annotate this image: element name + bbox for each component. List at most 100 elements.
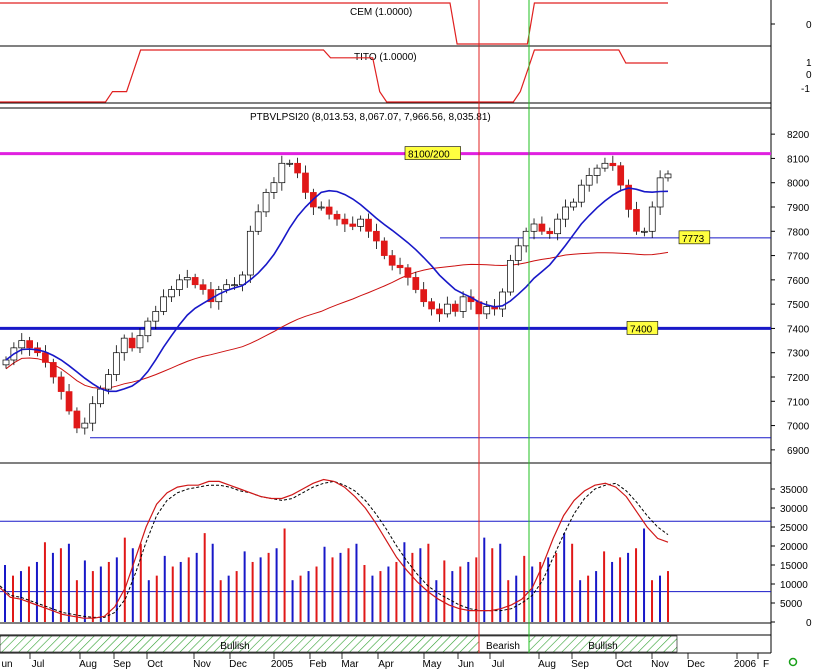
price-tick-label: 7700 (787, 252, 810, 263)
oscillator-tick-label: 10000 (780, 580, 808, 591)
trend-lines (0, 152, 771, 439)
candle-up (223, 284, 231, 290)
trend-label: 8100/200 (408, 150, 450, 161)
candle-down (436, 308, 443, 315)
cem-title: CEM (1.0000) (350, 7, 412, 18)
x-tick-label: Mar (341, 659, 359, 670)
candle-down (380, 240, 388, 256)
x-tick-label: Sep (571, 659, 589, 670)
x-tick-label: Nov (651, 659, 669, 670)
oscillator-tick-label: 20000 (780, 542, 808, 553)
candle-up (168, 289, 175, 298)
x-tick-label: Nov (193, 659, 211, 670)
candle-down (609, 162, 617, 167)
candle-down (26, 340, 33, 349)
price-title: PTBVLPSI20 (8,013.53, 8,067.07, 7,966.56… (250, 112, 491, 123)
candle-down (302, 172, 309, 193)
price-tick-label: 7200 (787, 373, 810, 384)
candle-down (633, 209, 640, 232)
candle-up (136, 335, 144, 349)
oscillator-tick-label: 25000 (780, 523, 808, 534)
candle-up (585, 175, 593, 186)
x-tick-label: Aug (79, 659, 97, 670)
price-tick-label: 7800 (787, 227, 810, 238)
candle-up (593, 167, 601, 176)
oscillator-tick-label: 15000 (780, 561, 808, 572)
candle-down (388, 255, 396, 266)
price-panel: PTBVLPSI20 (8,013.53, 8,067.07, 7,966.56… (0, 112, 810, 457)
oscillator-tick-label: 35000 (780, 485, 808, 496)
candle-down (420, 289, 428, 303)
candle-up (254, 211, 262, 232)
oscillator-axis-ticks: 05000 10000 15000 20000 25000 30000 35000 (0, 485, 812, 629)
candle-down (57, 376, 65, 392)
price-tick-label: 7900 (787, 203, 810, 214)
cem-panel: CEM (1.0000) 0 (0, 2, 812, 45)
price-axis-ticks: 6900 7000 7100 7200 7300 7400 7500 7600 7700 7800… (771, 130, 810, 457)
x-tick-label: Feb (309, 659, 327, 670)
x-tick-label: May (423, 659, 442, 670)
candle-down (412, 277, 420, 290)
price-tick-label: 8200 (787, 130, 810, 141)
x-tick-label: Jul (32, 659, 45, 670)
status-circle-icon[interactable] (788, 657, 798, 667)
price-tick-label: 7600 (787, 276, 810, 287)
candle-up (120, 337, 128, 354)
x-tick-label: Jul (492, 659, 505, 670)
candle-up (570, 201, 577, 208)
x-tick-label: Jun (458, 659, 474, 670)
candle-down (191, 277, 199, 286)
tito-tick-label: 0 (806, 70, 812, 81)
candle-down (365, 218, 372, 232)
x-axis: un Jul Aug Sep Oct Nov Dec 2005 Feb Mar Apr May Jun J… (1, 653, 769, 670)
candle-up (443, 303, 451, 315)
candle-up (144, 320, 152, 337)
signal-bands: Bullish Bearish Bullish (0, 635, 678, 653)
candle-up (278, 162, 286, 184)
candle-up (81, 422, 89, 429)
candle-down (451, 303, 459, 312)
candle-up (246, 230, 254, 276)
candle-up (601, 162, 609, 169)
price-tick-label: 7300 (787, 349, 810, 360)
tito-line (0, 49, 668, 103)
candle-up (522, 230, 530, 247)
x-tick-label: F (763, 659, 769, 670)
x-tick-label: Aug (538, 659, 556, 670)
candle-up (562, 206, 569, 220)
candle-up (514, 245, 522, 261)
candle-up (507, 260, 514, 293)
candlesticks (2, 155, 672, 435)
price-tick-label: 7000 (787, 422, 810, 433)
candle-down (546, 230, 554, 235)
candle-up (105, 374, 112, 390)
candle-down (42, 352, 49, 363)
price-tick-label: 6900 (787, 446, 810, 457)
tito-tick-label: 1 (806, 58, 812, 69)
candle-down (65, 391, 73, 412)
candle-up (160, 296, 167, 312)
price-tick-label: 7100 (787, 397, 810, 408)
candle-down (404, 267, 412, 278)
candle-down (333, 213, 341, 220)
candle-up (152, 311, 160, 322)
candle-down (73, 410, 81, 429)
trend-label: 7773 (682, 234, 705, 245)
candle-up (2, 359, 10, 366)
moving-average-long (5, 251, 669, 389)
x-tick-label: Sep (113, 659, 131, 670)
candle-up (97, 388, 104, 405)
x-tick-label: 2005 (271, 659, 294, 670)
candle-down (373, 230, 380, 242)
candle-down (341, 218, 349, 225)
candle-up (483, 306, 491, 315)
oscillator-bars (4, 528, 669, 622)
candle-up (18, 340, 26, 349)
x-tick-label: Apr (378, 659, 394, 670)
trend-label: 7400 (630, 324, 653, 335)
x-tick-label: Oct (616, 659, 632, 670)
candle-down (428, 301, 435, 310)
oscillator-panel: 05000 10000 15000 20000 25000 30000 35000 (0, 478, 812, 629)
candle-up (183, 277, 191, 281)
tito-tick-label: -1 (801, 84, 810, 95)
